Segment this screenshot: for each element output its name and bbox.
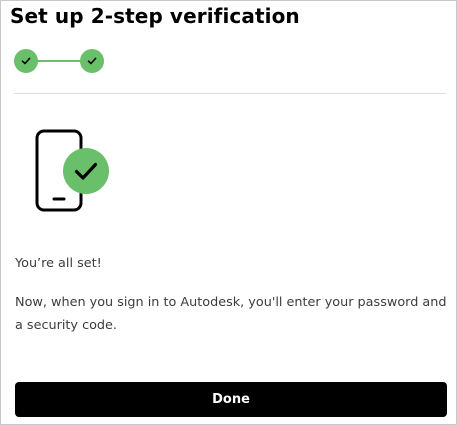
- checkmark-icon: [21, 57, 31, 65]
- page-title: Set up 2-step verification: [10, 4, 300, 28]
- success-description: Now, when you sign in to Autodesk, you'l…: [15, 295, 447, 333]
- step-2-complete: [80, 49, 104, 73]
- step-1-complete: [14, 49, 38, 73]
- phone-verified-illustration: [35, 129, 109, 212]
- progress-stepper: [14, 49, 106, 73]
- check-circle-icon: [63, 148, 109, 194]
- done-button[interactable]: Done: [15, 382, 447, 417]
- divider: [14, 93, 446, 94]
- checkmark-icon: [87, 57, 97, 65]
- success-heading: You’re all set!: [15, 256, 102, 271]
- verification-dialog: Set up 2-step verification You’re all se…: [0, 0, 457, 425]
